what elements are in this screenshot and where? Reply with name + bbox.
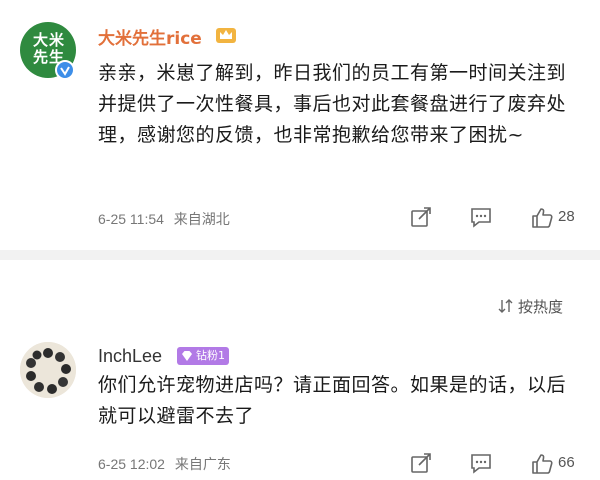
comment-text: 亲亲，米崽了解到，昨日我们的员工有第一时间关注到并提供了一次性餐具，事后也对此套…	[98, 62, 567, 146]
fan-badge-label: 钻粉1	[196, 349, 225, 362]
like-icon	[532, 208, 553, 228]
username[interactable]: 大米先生rice	[98, 24, 202, 49]
verified-icon	[55, 60, 75, 80]
comment-meta: 6-25 12:02 来自广东	[98, 454, 237, 474]
comment-location: 来自湖北	[173, 211, 230, 227]
like-button[interactable]: 28	[530, 206, 575, 234]
section-divider	[0, 250, 600, 260]
comment-item: 大米先生 大米先生rice 亲亲，米崽了解到，昨日我们的员工有第一时间关注到并提…	[0, 0, 600, 250]
forward-icon[interactable]	[410, 206, 432, 232]
like-icon	[532, 454, 553, 474]
fan-badge: 钻粉1	[177, 347, 229, 365]
sort-label: 按热度	[518, 298, 564, 316]
diamond-icon	[182, 351, 192, 361]
comment-icon[interactable]	[470, 452, 492, 478]
forward-icon[interactable]	[410, 452, 432, 478]
comment-date: 6-25 11:54	[98, 211, 164, 227]
username[interactable]: InchLee	[98, 346, 162, 367]
comment-location: 来自广东	[174, 456, 231, 472]
sort-by-heat-button[interactable]: 按热度	[498, 296, 563, 317]
comment-icon[interactable]	[470, 206, 492, 232]
like-count: 28	[558, 208, 575, 225]
like-button[interactable]: 66	[530, 452, 575, 480]
comment-item: InchLee 钻粉1 你们允许宠物进店吗？请正面回答。如果是的话，以后就可以避…	[0, 330, 600, 478]
comment-date: 6-25 12:02	[98, 456, 165, 472]
like-count: 66	[558, 454, 575, 471]
comment-meta: 6-25 11:54 来自湖北	[98, 209, 236, 229]
sort-icon	[498, 299, 513, 313]
comment-text: 你们允许宠物进店吗？请正面回答。如果是的话，以后就可以避雷不去了	[98, 374, 567, 427]
avatar[interactable]	[20, 342, 76, 398]
crown-badge-icon	[215, 25, 237, 45]
